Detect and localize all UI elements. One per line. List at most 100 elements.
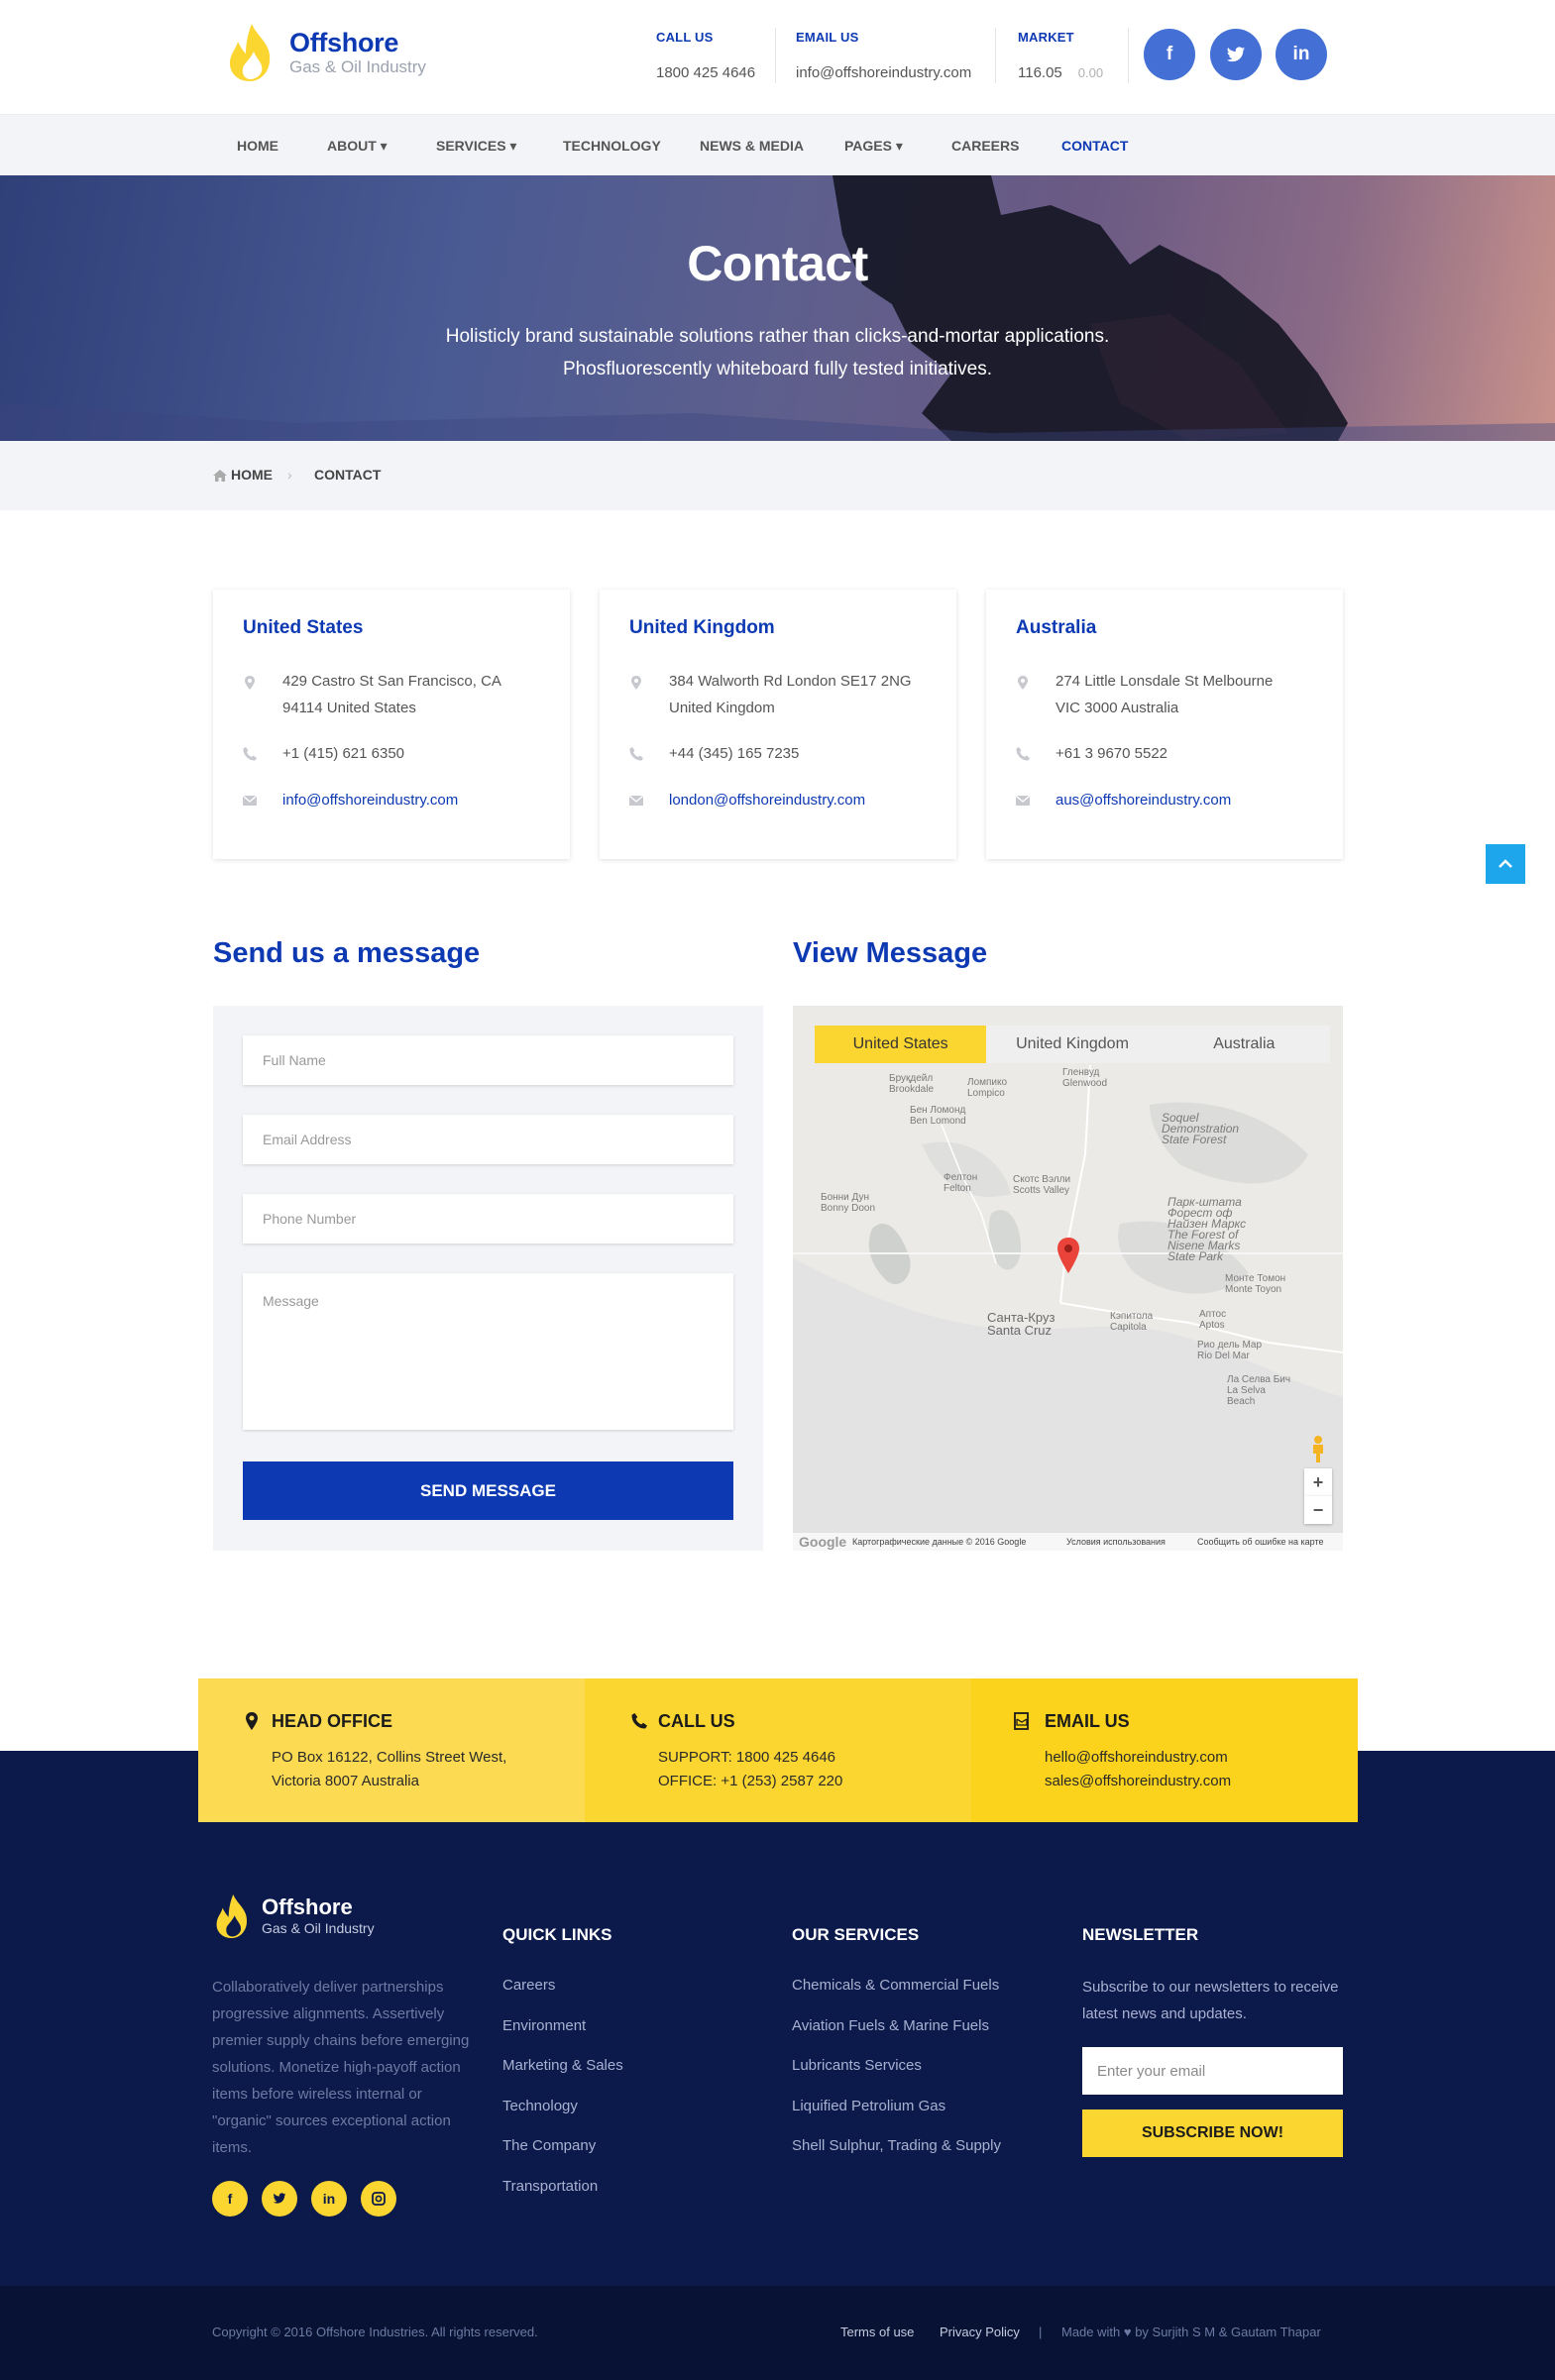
map-label: Бонни Дун Bonny Doon [821,1192,876,1214]
nav-contact[interactable]: CONTACT [1061,115,1128,176]
flame-logo-icon [230,24,271,81]
map-tab-australia[interactable]: Australia [1158,1026,1330,1063]
footer-service-sulphur[interactable]: Shell Sulphur, Trading & Supply [792,2137,1001,2154]
footer-logo[interactable]: Offshore Gas & Oil Industry [212,1892,375,1941]
map-tab-united-kingdom[interactable]: United Kingdom [986,1026,1159,1063]
office-phone[interactable]: +44 (345) 165 7235 [669,740,942,767]
newsletter-email-input[interactable] [1082,2047,1343,2095]
map-label: Скотс Вэлли Scotts Valley [1013,1174,1071,1196]
full-name-field[interactable] [243,1035,733,1085]
newsletter-title: NEWSLETTER [1082,1925,1199,1944]
map-pin-icon [246,1712,258,1730]
footer-brand-tagline: Gas & Oil Industry [262,1920,375,1936]
office-card-australia: Australia 274 Little Lonsdale St Melbour… [986,590,1343,859]
map-report-link[interactable]: Сообщить об ошибке на карте [1197,1537,1323,1547]
footer-link-environment[interactable]: Environment [502,2017,586,2034]
office-phone[interactable]: OFFICE: +1 (253) 2587 220 [658,1773,842,1789]
twitter-icon[interactable] [262,2181,297,2217]
zoom-in-button[interactable]: + [1304,1468,1332,1496]
separator: | [1039,2325,1043,2339]
nav-home[interactable]: HOME [237,115,278,176]
footer-link-careers[interactable]: Careers [502,1977,555,1994]
camera-icon [372,2192,386,2206]
email-us-value[interactable]: info@offshoreindustry.com [796,64,971,81]
email-us-info: EMAIL US info@offshoreindustry.com [796,30,971,81]
map-pin-icon [631,676,641,690]
footer-service-lpg[interactable]: Liquified Petrolium Gas [792,2098,945,2114]
call-us-value[interactable]: 1800 425 4646 [656,64,755,81]
email-us-strip: EMAIL US hello@offshoreindustry.com sale… [971,1678,1358,1822]
office-email[interactable]: aus@offshoreindustry.com [1055,787,1328,813]
office-address-2: 94114 United States [282,700,416,716]
map-label: Ломпико Lompico [967,1077,1008,1099]
office-map[interactable]: United States United Kingdom Australia Б… [793,1006,1343,1551]
footer-service-aviation[interactable]: Aviation Fuels & Marine Fuels [792,2017,989,2034]
map-marker-icon[interactable] [1056,1238,1080,1273]
support-phone[interactable]: SUPPORT: 1800 425 4646 [658,1749,835,1766]
nav-about[interactable]: ABOUT ▾ [327,115,388,176]
map-tab-united-states[interactable]: United States [815,1026,987,1063]
office-address-2: United Kingdom [669,700,775,716]
twitter-icon[interactable] [1210,29,1262,80]
office-phone[interactable]: +1 (415) 621 6350 [282,740,555,767]
office-address-2: VIC 3000 Australia [1055,700,1179,716]
office-address-1: 429 Castro St San Francisco, CA [282,673,501,690]
facebook-icon[interactable]: f [1144,29,1195,80]
map-terms-link[interactable]: Условия использования [1066,1537,1166,1547]
divider [995,28,996,83]
office-country: United Kingdom [629,617,775,638]
map-label: Бруқдейл Brookdale [889,1073,935,1095]
map-label: Монте Томон Monte Toyon [1225,1273,1286,1295]
privacy-link[interactable]: Privacy Policy [940,2325,1020,2339]
flame-logo-icon [216,1894,248,1938]
facebook-icon[interactable]: f [212,2181,248,2217]
nav-news-media[interactable]: NEWS & MEDIA [700,115,804,176]
linkedin-icon[interactable]: in [311,2181,347,2217]
map-label: Ла Селва Бич La Selva Beach [1227,1374,1291,1407]
linkedin-icon[interactable]: in [1276,29,1327,80]
page-hero: Contact Holisticly brand sustainable sol… [0,175,1555,441]
logo[interactable]: Offshore Gas & Oil Industry [224,22,426,83]
email-us-label: EMAIL US [796,30,859,45]
footer-link-company[interactable]: The Company [502,2137,596,2154]
chevron-right-icon: › [287,467,292,483]
bottom-bar: Copyright © 2016 Offshore Industries. Al… [0,2286,1555,2380]
hello-email[interactable]: hello@offshoreindustry.com [1045,1749,1228,1766]
head-office-title: HEAD OFFICE [272,1711,393,1731]
breadcrumb-home[interactable]: HOME [231,467,273,483]
office-email[interactable]: info@offshoreindustry.com [282,787,555,813]
footer-link-transportation[interactable]: Transportation [502,2178,598,2195]
footer-link-technology[interactable]: Technology [502,2098,578,2114]
chevron-up-icon [1499,859,1512,868]
street-view-icon[interactable] [1308,1435,1328,1462]
phone-icon [1016,747,1030,761]
nav-technology[interactable]: TECHNOLOGY [563,115,661,176]
footer-service-lubricants[interactable]: Lubricants Services [792,2057,922,2074]
map-title: View Message [793,937,988,969]
map-data-credit: Картографические данные © 2016 Google [852,1537,1027,1547]
nav-pages[interactable]: PAGES ▾ [844,115,903,176]
scroll-to-top-button[interactable] [1486,844,1525,884]
phone-field[interactable] [243,1194,733,1244]
phone-icon [631,1713,647,1729]
divider [1128,28,1129,83]
message-field[interactable] [243,1273,733,1430]
main-nav: HOME ABOUT ▾ SERVICES ▾ TECHNOLOGY NEWS … [0,114,1555,175]
office-email[interactable]: london@offshoreindustry.com [669,787,942,813]
twitter-bird-icon [1226,46,1246,61]
nav-careers[interactable]: CAREERS [951,115,1019,176]
subscribe-button[interactable]: SUBSCRIBE NOW! [1082,2110,1343,2157]
terms-link[interactable]: Terms of use [840,2325,914,2339]
nav-services[interactable]: SERVICES ▾ [436,115,516,176]
footer-link-marketing[interactable]: Marketing & Sales [502,2057,623,2074]
zoom-out-button[interactable]: − [1304,1496,1332,1524]
instagram-icon[interactable] [361,2181,396,2217]
email-field[interactable] [243,1115,733,1164]
head-office-strip: HEAD OFFICE PO Box 16122, Collins Street… [198,1678,585,1822]
footer-service-chemicals[interactable]: Chemicals & Commercial Fuels [792,1977,999,1994]
map-label: Санта-Круз Santa Cruz [987,1310,1055,1338]
sales-email[interactable]: sales@offshoreindustry.com [1045,1773,1231,1789]
office-country: United States [243,617,364,638]
office-phone[interactable]: +61 3 9670 5522 [1055,740,1328,767]
send-message-button[interactable]: SEND MESSAGE [243,1461,733,1520]
